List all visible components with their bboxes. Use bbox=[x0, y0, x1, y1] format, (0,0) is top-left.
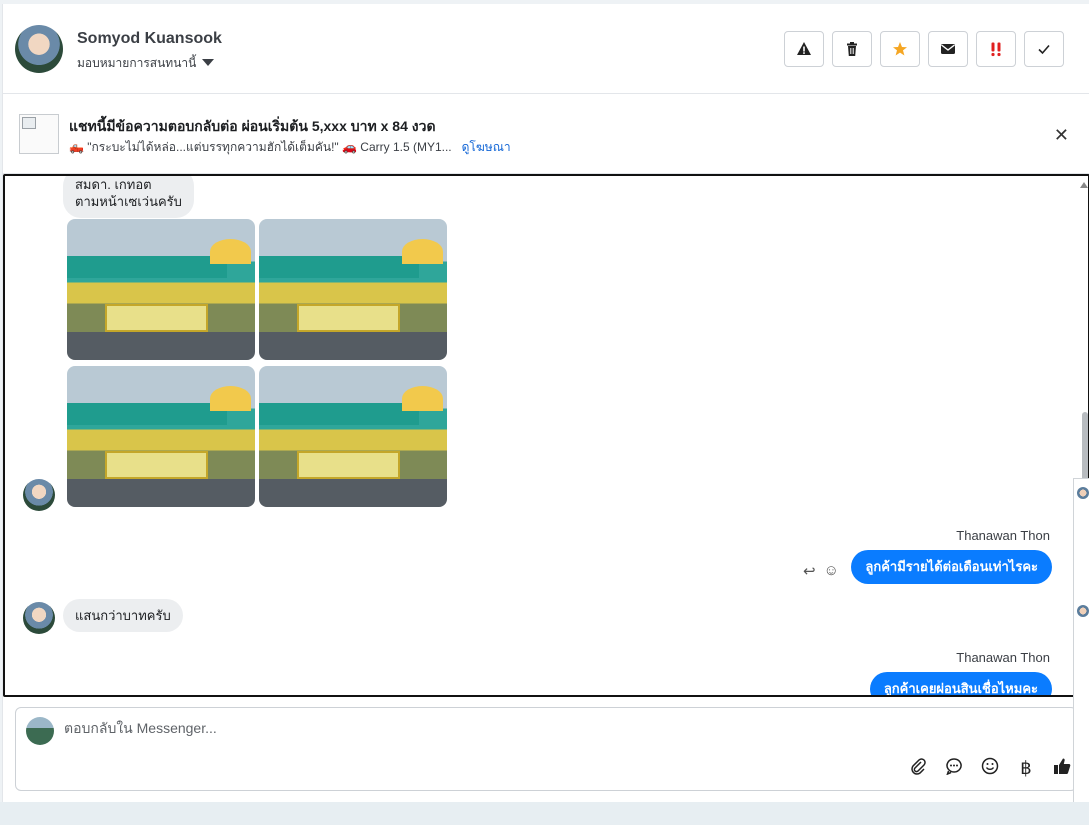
page-footer-band bbox=[0, 802, 1089, 825]
chat-icon[interactable] bbox=[944, 757, 964, 780]
page-avatar bbox=[26, 717, 54, 745]
photo-attachment[interactable] bbox=[67, 366, 255, 507]
assign-conversation[interactable]: มอบหมายการสนทนานี้ bbox=[77, 54, 215, 73]
ad-thumbnail[interactable] bbox=[19, 114, 59, 154]
contact-name[interactable]: Somyod Kuansook bbox=[77, 30, 222, 48]
mark-unread-button[interactable] bbox=[928, 31, 968, 67]
assign-label: มอบหมายการสนทนานี้ bbox=[77, 56, 197, 70]
sender-name: Thanawan Thon bbox=[956, 528, 1050, 543]
attachment-icon[interactable] bbox=[908, 757, 928, 780]
close-icon[interactable]: ✕ bbox=[1054, 125, 1069, 146]
reply-composer: ฿ bbox=[15, 707, 1077, 791]
emoji-icon[interactable] bbox=[980, 757, 1000, 780]
baht-icon[interactable]: ฿ bbox=[1016, 758, 1036, 779]
react-emoji-icon[interactable]: ☺ bbox=[824, 562, 839, 580]
header-toolbar bbox=[784, 31, 1064, 67]
incoming-message: แสนกว่าบาทครับ bbox=[63, 599, 183, 632]
sender-avatar[interactable] bbox=[23, 602, 55, 634]
message-thread[interactable]: สมดา. เกทอต ตามหน้าเซเว่นครับ Thanawan T… bbox=[3, 174, 1089, 697]
mark-done-button[interactable] bbox=[1024, 31, 1064, 67]
message-text: ตามหน้าเซเว่นครับ bbox=[75, 194, 182, 209]
outgoing-message: ลูกค้ามีรายได้ต่อเดือนเท่าไรคะ bbox=[851, 550, 1052, 584]
composer-actions: ฿ bbox=[908, 757, 1072, 780]
conversation-header: Somyod Kuansook มอบหมายการสนทนานี้ bbox=[3, 4, 1089, 94]
ad-subtitle: 🛻 "กระบะไม่ได้หล่อ...แต่บรรทุกความฮักได้… bbox=[69, 140, 452, 154]
app-frame: Somyod Kuansook มอบหมายการสนทนานี้ แชทนี… bbox=[0, 0, 1089, 825]
trash-icon bbox=[847, 42, 857, 56]
message-actions: ↩ ☺ bbox=[803, 562, 839, 580]
check-icon bbox=[1038, 44, 1050, 55]
contact-avatar[interactable] bbox=[1077, 487, 1089, 499]
photo-attachment[interactable] bbox=[67, 219, 255, 360]
priority-button[interactable] bbox=[976, 31, 1016, 67]
star-icon bbox=[893, 42, 907, 56]
mail-icon bbox=[941, 44, 955, 54]
star-button[interactable] bbox=[880, 31, 920, 67]
outgoing-message: ลูกค้าเคยผ่อนสินเชื่อไหมคะ bbox=[869, 672, 1052, 695]
contact-avatar[interactable] bbox=[15, 25, 63, 73]
sender-name: Thanawan Thon bbox=[956, 650, 1050, 665]
side-conversation-strip bbox=[1073, 478, 1089, 818]
chevron-down-icon[interactable] bbox=[202, 59, 215, 66]
photo-attachment[interactable] bbox=[259, 219, 447, 360]
reply-icon[interactable]: ↩ bbox=[803, 562, 816, 580]
photo-attachment[interactable] bbox=[259, 366, 447, 507]
delete-button[interactable] bbox=[832, 31, 872, 67]
conversation-panel: Somyod Kuansook มอบหมายการสนทนานี้ แชทนี… bbox=[2, 4, 1089, 802]
priority-icon bbox=[991, 42, 1001, 57]
view-ad-link[interactable]: ดูโฆษณา bbox=[462, 138, 511, 157]
sender-avatar[interactable] bbox=[23, 479, 55, 511]
scroll-up-arrow[interactable] bbox=[1080, 182, 1088, 188]
reply-input[interactable] bbox=[64, 720, 964, 736]
ad-subtitle-row: 🛻 "กระบะไม่ได้หล่อ...แต่บรรทุกความฮักได้… bbox=[69, 138, 511, 157]
ad-context-bar: แชทนี้มีข้อความตอบกลับต่อ ผ่อนเริ่มต้น 5… bbox=[3, 94, 1089, 174]
incoming-message: สมดา. เกทอต ตามหน้าเซเว่นครับ bbox=[63, 176, 194, 218]
thumbs-up-icon[interactable] bbox=[1052, 757, 1072, 780]
warning-icon bbox=[797, 42, 811, 55]
ad-title: แชทนี้มีข้อความตอบกลับต่อ ผ่อนเริ่มต้น 5… bbox=[69, 118, 436, 134]
message-text: สมดา. เกทอต bbox=[75, 177, 152, 192]
contact-avatar[interactable] bbox=[1077, 605, 1089, 617]
mark-spam-button[interactable] bbox=[784, 31, 824, 67]
